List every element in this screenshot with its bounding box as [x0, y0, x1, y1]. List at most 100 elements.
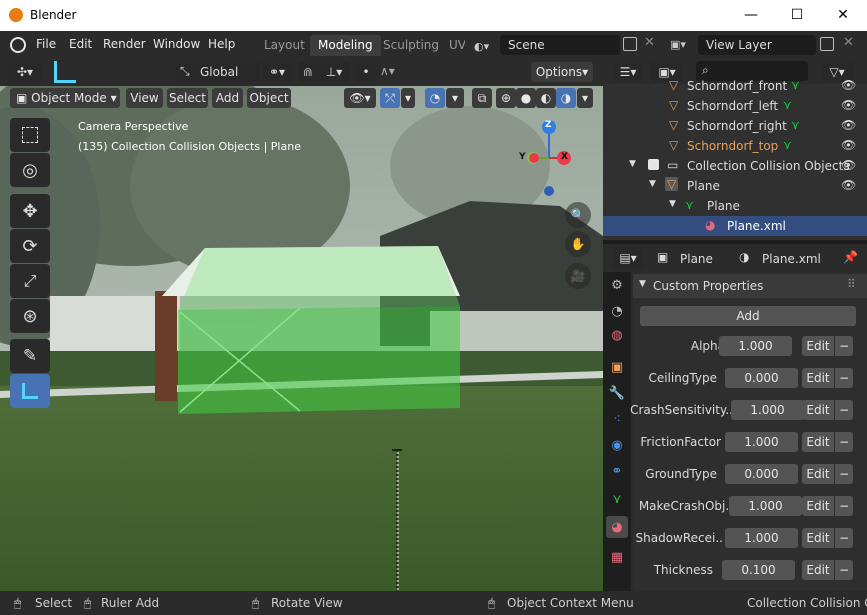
- tab-layout[interactable]: Layout: [256, 35, 313, 56]
- close-button[interactable]: ✕: [820, 0, 866, 31]
- 3d-viewport[interactable]: ▣ Object Mode ▾ View Select Add Object 👁…: [0, 86, 603, 591]
- menu-edit[interactable]: Edit: [69, 37, 92, 51]
- copy-view-layer-icon[interactable]: [820, 37, 834, 51]
- property-value-field[interactable]: 0.000: [725, 368, 798, 388]
- visibility-dropdown[interactable]: 👁▾: [344, 88, 376, 108]
- tool-select-box[interactable]: [10, 118, 50, 152]
- remove-property-button[interactable]: −: [835, 560, 853, 580]
- visibility-eye-icon[interactable]: 👁: [841, 158, 856, 172]
- snap-target-dropdown[interactable]: ⊥▾: [318, 62, 350, 82]
- mesh-data-icon[interactable]: ⋎: [791, 118, 800, 132]
- tool-measure[interactable]: [10, 374, 50, 408]
- tab-modeling[interactable]: Modeling: [310, 35, 381, 56]
- view-layer-icon[interactable]: ▣▾: [670, 38, 696, 52]
- visibility-eye-icon[interactable]: 👁: [841, 78, 856, 92]
- copy-scene-icon[interactable]: [623, 37, 637, 51]
- falloff-icon[interactable]: ∧▾: [380, 64, 395, 78]
- active-tool-icon[interactable]: [54, 61, 76, 83]
- visibility-eye-icon[interactable]: 👁: [841, 98, 856, 112]
- visibility-eye-icon[interactable]: 👁: [841, 118, 856, 132]
- property-value-field[interactable]: 0.000: [725, 464, 798, 484]
- scene-icon[interactable]: ◐▾: [474, 40, 494, 53]
- edit-property-button[interactable]: Edit: [802, 368, 834, 388]
- outliner-item-schorndorf-top[interactable]: ▽ Schorndorf_top ⋎ 👁: [603, 136, 867, 156]
- property-value-field[interactable]: 1.000: [731, 400, 804, 420]
- mesh-data-icon[interactable]: ⋎: [783, 98, 792, 112]
- edit-property-button[interactable]: Edit: [802, 464, 834, 484]
- remove-property-button[interactable]: −: [835, 400, 853, 420]
- shading-rendered-icon[interactable]: ◑: [556, 88, 576, 108]
- tool-annotate[interactable]: ✎: [10, 339, 50, 373]
- edit-property-button[interactable]: Edit: [802, 528, 834, 548]
- transform-pivot-icon[interactable]: ✣▾: [8, 62, 42, 82]
- tab-modifier-icon[interactable]: 🔧: [606, 382, 628, 404]
- outliner-item-schorndorf-right[interactable]: ▽ Schorndorf_right ⋎ 👁: [603, 116, 867, 136]
- edit-property-button[interactable]: Edit: [802, 336, 834, 356]
- pin-icon[interactable]: 📌: [843, 250, 858, 264]
- tab-uv[interactable]: UV: [441, 35, 465, 56]
- outliner-item-plane-mesh[interactable]: ▼ ⋎ Plane: [603, 196, 867, 216]
- expand-arrow-icon[interactable]: ▼: [669, 199, 676, 209]
- edit-property-button[interactable]: Edit: [802, 560, 834, 580]
- tab-render-icon[interactable]: ◔: [606, 300, 628, 322]
- outliner-item-schorndorf-left[interactable]: ▽ Schorndorf_left ⋎ 👁: [603, 96, 867, 116]
- visibility-eye-icon[interactable]: 👁: [841, 178, 856, 192]
- add-property-button[interactable]: Add: [640, 306, 856, 326]
- proportional-edit-icon[interactable]: •: [356, 62, 376, 82]
- remove-property-button[interactable]: −: [835, 336, 853, 356]
- maximize-button[interactable]: ☐: [774, 0, 820, 31]
- remove-property-button[interactable]: −: [835, 528, 853, 548]
- mesh-data-icon[interactable]: ⋎: [791, 78, 800, 92]
- tool-cursor[interactable]: ◎: [10, 153, 50, 187]
- mesh-data-icon[interactable]: ⋎: [783, 138, 792, 152]
- menu-add[interactable]: Add: [212, 88, 243, 108]
- overlay-dropdown[interactable]: ▾: [446, 88, 464, 108]
- outliner-item-collection[interactable]: ▼ ▭ Collection Collision Objects 👁: [603, 156, 867, 176]
- expand-arrow-icon[interactable]: ▼: [629, 159, 636, 169]
- outliner-item-schorndorf-front[interactable]: ▽ Schorndorf_front ⋎ 👁: [603, 78, 867, 96]
- menu-object[interactable]: Object: [247, 88, 291, 108]
- custom-properties-panel-header[interactable]: ▼ Custom Properties ⠿: [633, 274, 867, 298]
- blender-menu-icon[interactable]: [10, 37, 26, 53]
- menu-window[interactable]: Window: [153, 37, 200, 51]
- outliner-item-plane-material[interactable]: ◕ Plane.xml: [603, 216, 867, 236]
- minimize-button[interactable]: —: [728, 0, 774, 31]
- shading-wireframe-icon[interactable]: ⊕: [496, 88, 516, 108]
- property-value-field[interactable]: 1.000: [719, 336, 792, 356]
- snap-toggle-icon[interactable]: ⋒: [298, 62, 318, 82]
- zoom-icon[interactable]: 🔍: [565, 202, 591, 228]
- property-value-field[interactable]: 1.000: [729, 496, 802, 516]
- drag-handle-icon[interactable]: ⠿: [847, 277, 856, 291]
- menu-file[interactable]: File: [36, 37, 56, 51]
- gizmo-dropdown[interactable]: ▾: [401, 88, 415, 108]
- visibility-eye-icon[interactable]: 👁: [841, 138, 856, 152]
- remove-property-button[interactable]: −: [835, 432, 853, 452]
- tool-move[interactable]: ✥: [10, 194, 50, 228]
- tool-rotate[interactable]: ⟳: [10, 229, 50, 263]
- edit-property-button[interactable]: Edit: [802, 400, 834, 420]
- remove-property-button[interactable]: −: [835, 496, 853, 516]
- transform-orientation-dropdown[interactable]: ⤡ Global: [176, 62, 260, 82]
- property-value-field[interactable]: 1.000: [725, 432, 798, 452]
- outliner-item-plane-object[interactable]: ▼ ▽ Plane 👁: [603, 176, 867, 196]
- tool-transform[interactable]: ⊛: [10, 299, 50, 333]
- scene-field[interactable]: Scene: [500, 35, 620, 55]
- tool-scale[interactable]: ⤢: [10, 264, 50, 298]
- shading-solid-icon[interactable]: ●: [516, 88, 536, 108]
- edit-property-button[interactable]: Edit: [802, 496, 834, 516]
- expand-arrow-icon[interactable]: ▼: [649, 179, 656, 189]
- remove-scene-icon[interactable]: ✕: [644, 35, 655, 50]
- gizmo-toggle-icon[interactable]: ⤱: [380, 88, 400, 108]
- shading-material-icon[interactable]: ◐: [536, 88, 556, 108]
- editor-type-dropdown[interactable]: ▤▾: [613, 248, 643, 268]
- remove-view-layer-icon[interactable]: ✕: [843, 35, 854, 50]
- overlay-toggle-icon[interactable]: ◔: [425, 88, 445, 108]
- tab-tool-icon[interactable]: ⚙: [606, 274, 628, 296]
- object-mode-dropdown[interactable]: ▣ Object Mode ▾: [10, 88, 120, 108]
- menu-view[interactable]: View: [126, 88, 163, 108]
- pivot-point-dropdown[interactable]: ⚭▾: [262, 62, 292, 82]
- remove-property-button[interactable]: −: [835, 368, 853, 388]
- camera-view-icon[interactable]: 🎥: [565, 263, 591, 289]
- remove-property-button[interactable]: −: [835, 464, 853, 484]
- menu-select[interactable]: Select: [167, 88, 208, 108]
